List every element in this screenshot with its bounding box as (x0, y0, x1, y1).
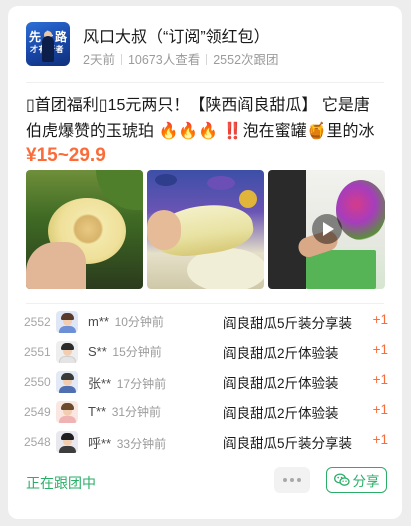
avatar-body (59, 356, 76, 363)
gift-box-shape (306, 250, 376, 289)
meta-divider (206, 54, 208, 65)
hand-shape (26, 242, 86, 289)
follow-count: 2552次跟团 (213, 53, 279, 67)
more-dot-icon (297, 478, 301, 482)
user-name: m** 10分钟前 (88, 313, 164, 330)
more-dot-icon (290, 478, 294, 482)
share-label: 分享 (352, 474, 380, 489)
user-name-text: S** (88, 344, 107, 359)
user-avatar (56, 311, 78, 333)
item-name: 阎良甜瓜5斤装分享装 (223, 316, 353, 331)
follow-number: 2550 (24, 375, 51, 389)
photo-melon-slice[interactable] (147, 170, 264, 289)
user-name-text: 张** (88, 376, 112, 391)
publisher-avatar[interactable]: 先上路 才有行者 (26, 22, 70, 66)
more-button[interactable] (274, 467, 310, 493)
hand-shape (147, 210, 181, 250)
user-name: 呼** 33分钟前 (88, 433, 166, 452)
item-quantity: +1 (372, 432, 388, 447)
video-thumbnail[interactable] (268, 170, 385, 289)
avatar-body (59, 416, 76, 423)
item-quantity: +1 (372, 342, 388, 357)
follow-time: 33分钟前 (116, 437, 167, 451)
flower-center-shape (239, 190, 257, 208)
play-icon[interactable] (312, 214, 342, 244)
follow-number: 2551 (24, 345, 51, 359)
follow-list: 2552 m** 10分钟前 阎良甜瓜5斤装分享装 +1 2551 S** 15… (24, 302, 388, 457)
publisher-title[interactable]: 风口大叔（“订阅”领红包） (83, 23, 270, 47)
post-header: 先上路 才有行者 风口大叔（“订阅”领红包） 2天前 10673人查看 2552次跟… (26, 22, 390, 72)
follow-row[interactable]: 2548 呼** 33分钟前 阎良甜瓜5斤装分享装 +1 (24, 427, 388, 457)
post-meta: 2天前 10673人查看 2552次跟团 (83, 49, 279, 68)
avatar-body (59, 386, 76, 393)
photo-melon[interactable] (26, 170, 143, 289)
follow-row[interactable]: 2551 S** 15分钟前 阎良甜瓜2斤体验装 +1 (24, 337, 388, 367)
user-avatar (56, 401, 78, 423)
avatar-body (59, 326, 76, 333)
user-avatar (56, 371, 78, 393)
more-dot-icon (283, 478, 287, 482)
avatar-hair (61, 433, 74, 440)
item-name: 阎良甜瓜2斤体验装 (223, 346, 339, 361)
item-quantity: +1 (372, 372, 388, 387)
follow-time: 10分钟前 (114, 315, 164, 329)
avatar-body (59, 446, 76, 453)
user-name: S** 15分钟前 (88, 343, 162, 360)
item-quantity: +1 (372, 312, 388, 327)
share-button[interactable]: 分享 (326, 467, 387, 493)
flower-petal-shape (207, 176, 235, 190)
group-buy-card[interactable]: 先上路 才有行者 风口大叔（“订阅”领红包） 2天前 10673人查看 2552次跟… (8, 6, 402, 519)
follow-number: 2548 (24, 435, 51, 449)
play-triangle (323, 222, 334, 236)
follow-row[interactable]: 2552 m** 10分钟前 阎良甜瓜5斤装分享装 +1 (24, 307, 388, 337)
avatar-hair (61, 403, 74, 410)
meta-divider (120, 54, 122, 65)
following-status[interactable]: 正在跟团中 (26, 473, 96, 493)
avatar-hair (61, 343, 74, 350)
price-range: ¥15~29.9 (26, 145, 106, 166)
item-name: 阎良甜瓜2斤体验装 (223, 376, 339, 391)
view-count: 10673人查看 (127, 53, 201, 67)
user-avatar (56, 341, 78, 363)
avatar-hair (61, 373, 74, 380)
user-name: 张** 17分钟前 (88, 373, 166, 392)
flower-petal-shape (155, 174, 177, 186)
follow-row[interactable]: 2549 T** 31分钟前 阎良甜瓜2斤体验装 +1 (24, 397, 388, 427)
item-name: 阎良甜瓜5斤装分享装 (223, 436, 353, 451)
user-avatar (56, 431, 78, 453)
user-name-text: 呼** (88, 436, 112, 451)
user-name-text: m** (88, 314, 109, 329)
item-name: 阎良甜瓜2斤体验装 (223, 406, 339, 421)
follow-time: 15分钟前 (112, 345, 162, 359)
photo-gallery (26, 170, 385, 289)
follow-time: 17分钟前 (116, 377, 167, 391)
avatar-figure-body (42, 36, 54, 62)
user-name-text: T** (88, 404, 107, 419)
wechat-icon (333, 473, 350, 486)
follow-time: 31分钟前 (111, 405, 162, 419)
person-shape (268, 170, 306, 289)
flowers-shape (336, 180, 385, 240)
user-name: T** 31分钟前 (88, 403, 161, 420)
follow-row[interactable]: 2550 张** 17分钟前 阎良甜瓜2斤体验装 +1 (24, 367, 388, 397)
posted-time: 2天前 (83, 53, 115, 67)
post-description[interactable]: ▯首团福利▯15元两只！【陕西阎良甜瓜】 它是唐伯虎爆赞的玉琥珀 🔥🔥🔥 ‼️泡… (26, 93, 384, 145)
follow-number: 2549 (24, 405, 51, 419)
item-quantity: +1 (372, 402, 388, 417)
melon-seeds-shape (72, 214, 104, 244)
avatar-hair (61, 313, 74, 320)
follow-number: 2552 (24, 315, 51, 329)
divider (26, 82, 384, 83)
